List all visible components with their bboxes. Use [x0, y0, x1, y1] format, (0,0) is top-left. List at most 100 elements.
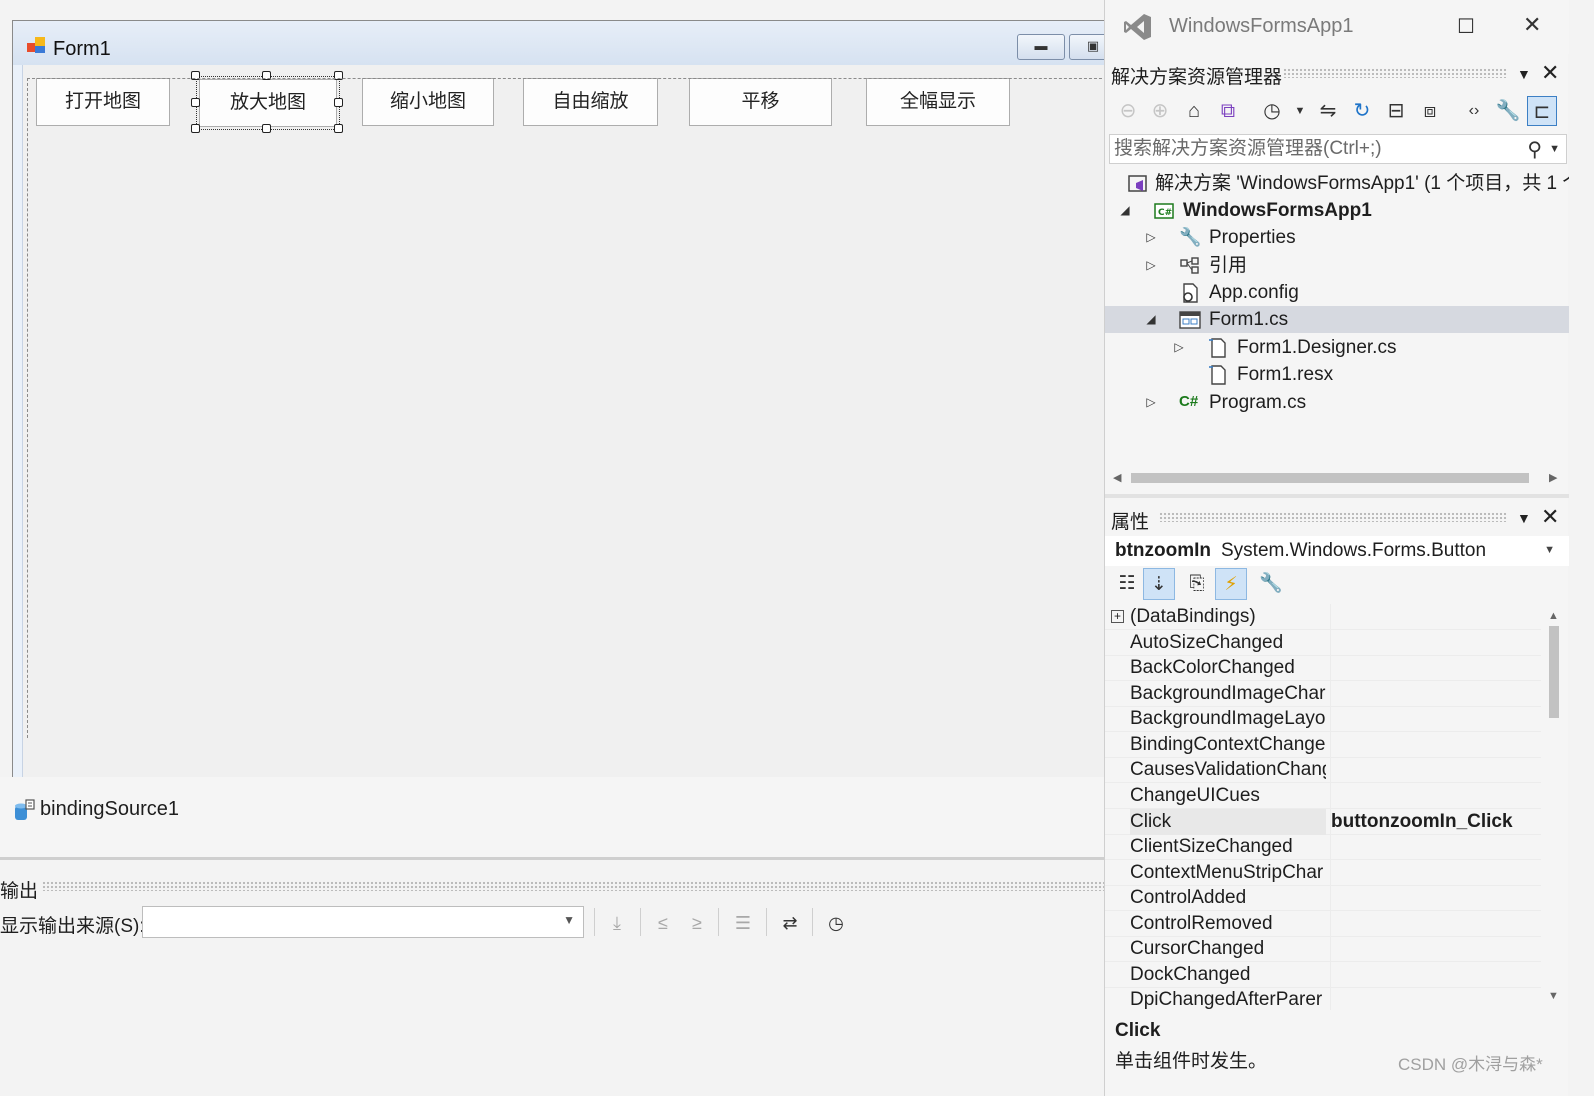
filter-dropdown-icon[interactable]: ▼ — [1285, 96, 1315, 126]
scroll-down-icon[interactable]: ▼ — [1548, 990, 1559, 1002]
close-icon[interactable]: ✕ — [1523, 12, 1541, 38]
property-value[interactable] — [1330, 834, 1541, 860]
properties-close-icon[interactable]: ✕ — [1541, 506, 1559, 528]
output-grip[interactable] — [42, 881, 1104, 891]
property-row[interactable]: + (DataBindings) — [1105, 604, 1541, 630]
property-row[interactable]: DockChanged — [1105, 962, 1541, 988]
expand-arrow-icon[interactable]: ▷ — [1143, 224, 1159, 251]
alphabetical-icon[interactable]: ⇣ — [1143, 568, 1175, 600]
home-icon[interactable]: ⌂ — [1179, 96, 1209, 126]
tree-item-form1-cs[interactable]: ◢ Form1.cs — [1105, 306, 1569, 333]
events-lightning-icon[interactable]: ⚡ — [1215, 568, 1247, 600]
property-row[interactable]: BackgroundImageChar — [1105, 681, 1541, 707]
property-row[interactable]: CursorChanged — [1105, 936, 1541, 962]
tree-item-program-cs[interactable]: ▷ C# Program.cs — [1105, 389, 1569, 416]
property-value[interactable] — [1330, 860, 1541, 886]
tree-item-properties[interactable]: ▷ 🔧 Properties — [1105, 224, 1569, 251]
clock-icon[interactable]: ◷ — [823, 910, 849, 936]
scrollbar-thumb[interactable] — [1131, 473, 1529, 483]
property-value[interactable]: buttonzoomIn_Click — [1330, 809, 1541, 835]
scroll-right-icon[interactable]: ▶ — [1549, 471, 1557, 484]
property-row[interactable]: ControlAdded — [1105, 885, 1541, 911]
expand-arrow-icon[interactable]: ▷ — [1171, 334, 1187, 361]
view-code-icon[interactable]: ‹› — [1459, 96, 1489, 126]
property-value[interactable] — [1330, 732, 1541, 758]
preview-selected-items-icon[interactable]: ⊏ — [1527, 96, 1557, 126]
tree-item-project[interactable]: ◢ C# WindowsFormsApp1 — [1105, 197, 1569, 224]
scroll-up-icon[interactable]: ▲ — [1548, 610, 1559, 622]
find-message-icon[interactable]: ⤓ — [604, 910, 630, 936]
output-splitter[interactable] — [0, 857, 1104, 860]
collapse-arrow-icon[interactable]: ◢ — [1143, 306, 1159, 333]
property-value[interactable] — [1330, 706, 1541, 732]
solution-explorer-search[interactable]: ⚲ ▼ — [1109, 134, 1567, 164]
property-row[interactable]: CausesValidationChang — [1105, 757, 1541, 783]
solution-explorer-close-icon[interactable]: ✕ — [1541, 62, 1559, 84]
property-value[interactable] — [1330, 630, 1541, 656]
sync-active-document-icon[interactable]: ⇋ — [1313, 96, 1343, 126]
property-row[interactable]: AutoSizeChanged — [1105, 630, 1541, 656]
property-value[interactable] — [1330, 987, 1541, 1010]
property-value[interactable] — [1330, 757, 1541, 783]
form-minimize-button[interactable]: ▬ — [1017, 34, 1065, 60]
output-source-select[interactable]: ▼ — [142, 906, 584, 938]
property-value[interactable] — [1330, 885, 1541, 911]
tree-item-solution[interactable]: 解决方案 'WindowsFormsApp1' (1 个项目，共 1 个 — [1105, 170, 1569, 197]
expand-arrow-icon[interactable]: ▷ — [1143, 389, 1159, 416]
previous-message-icon[interactable]: ≤ — [650, 910, 676, 936]
clear-all-icon[interactable]: ☰ — [730, 910, 756, 936]
search-icon[interactable]: ⚲ — [1527, 137, 1542, 162]
scroll-left-icon[interactable]: ◀ — [1113, 471, 1121, 484]
collapse-arrow-icon[interactable]: ◢ — [1117, 197, 1133, 224]
word-wrap-icon[interactable]: ⇄ — [777, 910, 803, 936]
binding-source-label[interactable]: bindingSource1 — [40, 798, 179, 821]
collapse-all-icon[interactable]: ⊟ — [1381, 96, 1411, 126]
properties-object-selector[interactable]: btnzoomIn System.Windows.Forms.Button ▼ — [1105, 536, 1569, 566]
property-value[interactable] — [1330, 604, 1541, 630]
property-value[interactable] — [1330, 962, 1541, 988]
properties-view-icon[interactable]: ⎘ — [1181, 568, 1213, 600]
properties-wrench-icon[interactable]: 🔧 — [1493, 96, 1523, 126]
property-value[interactable] — [1330, 783, 1541, 809]
back-icon[interactable]: ⊖ — [1113, 96, 1143, 126]
property-grid-vscrollbar[interactable]: ▲ ▼ — [1543, 604, 1565, 1010]
tree-item-form1-designer[interactable]: ▷ Form1.Designer.cs — [1105, 334, 1569, 361]
solution-explorer-hscrollbar[interactable]: ◀ ▶ — [1113, 470, 1563, 486]
property-value[interactable] — [1330, 936, 1541, 962]
chevron-down-icon[interactable]: ▼ — [1549, 143, 1560, 155]
next-message-icon[interactable]: ≥ — [684, 910, 710, 936]
pane-options-arrow-icon[interactable]: ▼ — [1517, 66, 1531, 82]
expand-plus-icon[interactable]: + — [1111, 610, 1124, 623]
map-control-panel[interactable] — [27, 78, 1117, 738]
pane-options-arrow-icon[interactable]: ▼ — [1517, 510, 1531, 526]
tree-item-app-config[interactable]: App.config — [1105, 279, 1569, 306]
property-value[interactable] — [1330, 911, 1541, 937]
property-pages-wrench-icon[interactable]: 🔧 — [1255, 568, 1287, 600]
expand-arrow-icon[interactable]: ▷ — [1143, 252, 1159, 279]
pending-changes-filter-icon[interactable]: ◷ — [1257, 96, 1287, 126]
property-row[interactable]: BindingContextChange — [1105, 732, 1541, 758]
scrollbar-thumb[interactable] — [1549, 626, 1559, 718]
pane-splitter[interactable] — [1105, 494, 1569, 498]
property-value[interactable] — [1330, 681, 1541, 707]
tree-item-references[interactable]: ▷ 引用 — [1105, 252, 1569, 279]
show-all-files-icon[interactable]: ⧈ — [1415, 96, 1445, 126]
refresh-icon[interactable]: ↻ — [1347, 96, 1377, 126]
property-value[interactable] — [1330, 655, 1541, 681]
property-row[interactable]: DpiChangedAfterParer — [1105, 987, 1541, 1010]
categorized-icon[interactable]: ☷ — [1111, 568, 1143, 600]
solution-explorer-grip[interactable] — [1283, 68, 1507, 78]
property-row[interactable]: ControlRemoved — [1105, 911, 1541, 937]
forward-icon[interactable]: ⊕ — [1145, 96, 1175, 126]
property-row[interactable]: ContextMenuStripChar — [1105, 860, 1541, 886]
solution-search-input[interactable] — [1114, 137, 1514, 161]
property-row-click[interactable]: Click buttonzoomIn_Click — [1105, 809, 1541, 835]
property-row[interactable]: BackColorChanged — [1105, 655, 1541, 681]
maximize-icon[interactable]: ☐ — [1457, 14, 1475, 39]
tree-item-form1-resx[interactable]: Form1.resx — [1105, 361, 1569, 388]
property-row[interactable]: BackgroundImageLayo — [1105, 706, 1541, 732]
output-text-area[interactable] — [0, 942, 1104, 1096]
switch-views-icon[interactable]: ⧉ — [1213, 96, 1243, 126]
properties-grip[interactable] — [1159, 512, 1507, 522]
property-row[interactable]: ChangeUICues — [1105, 783, 1541, 809]
